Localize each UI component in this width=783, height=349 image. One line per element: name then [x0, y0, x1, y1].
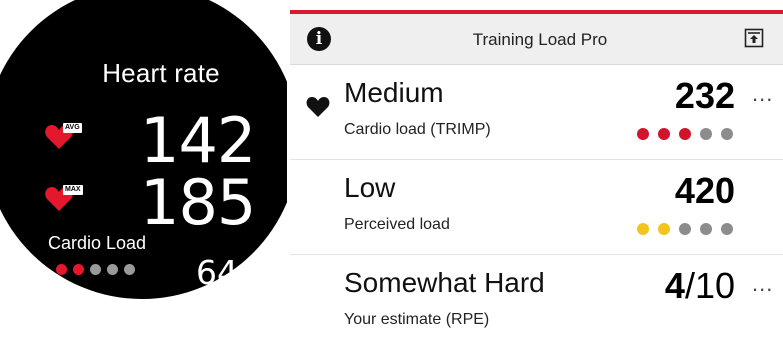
level-dot	[679, 223, 691, 235]
level-dot	[637, 223, 649, 235]
perceived-load-level: Low	[344, 172, 396, 203]
training-load-panel: i Training Load Pro Medium Cardio load (…	[290, 10, 783, 342]
perceived-load-description: Perceived load	[344, 216, 450, 233]
page-title: Training Load Pro	[472, 30, 608, 49]
cardio-load-description: Cardio load (TRIMP)	[344, 121, 491, 138]
watch-display: Heart rate AVG 142 MAX 185 Cardio Load 6…	[0, 0, 287, 306]
level-dot	[721, 128, 733, 140]
cardio-load-level: Medium	[344, 77, 444, 108]
rpe-value-scale: /10	[684, 265, 735, 306]
level-dot	[658, 223, 670, 235]
watch-title: Heart rate	[102, 58, 220, 88]
perceived-load-value: 420	[674, 170, 735, 211]
level-dot	[721, 223, 733, 235]
perceived-load-row[interactable]: Low Perceived load 420	[290, 160, 783, 255]
max-heart-rate-value: 185	[140, 166, 256, 239]
rpe-level: Somewhat Hard	[344, 267, 545, 298]
export-icon[interactable]	[744, 28, 764, 48]
cardio-level-dot	[90, 264, 101, 275]
info-icon[interactable]: i	[307, 27, 331, 51]
avg-heart-rate-value: 142	[140, 104, 256, 177]
level-dot	[700, 223, 712, 235]
level-dot	[658, 128, 670, 140]
app-header: i Training Load Pro	[290, 14, 783, 65]
rpe-value-number: 4	[664, 265, 685, 306]
cardio-level-dot	[73, 264, 84, 275]
max-tag: MAX	[63, 185, 83, 195]
level-dot	[700, 128, 712, 140]
heart-icon	[306, 97, 330, 117]
more-options-button[interactable]: ...	[752, 271, 773, 297]
cardio-load-value: 232	[674, 75, 735, 116]
cardio-level-dot	[56, 264, 67, 275]
more-options-button[interactable]: ...	[752, 81, 773, 107]
avg-tag: AVG	[63, 123, 82, 133]
cardio-load-row[interactable]: Medium Cardio load (TRIMP) 232 ...	[290, 65, 783, 160]
rpe-row[interactable]: Somewhat Hard Your estimate (RPE) 4/10 .…	[290, 255, 783, 349]
cardio-load-label: Cardio Load	[48, 233, 147, 253]
cardio-level-dot	[124, 264, 135, 275]
cardio-load-value: 64	[196, 253, 238, 292]
rpe-description: Your estimate (RPE)	[344, 311, 490, 328]
level-dot	[679, 128, 691, 140]
level-dot	[637, 128, 649, 140]
rpe-value: 4/10	[665, 265, 735, 307]
cardio-level-dot	[107, 264, 118, 275]
